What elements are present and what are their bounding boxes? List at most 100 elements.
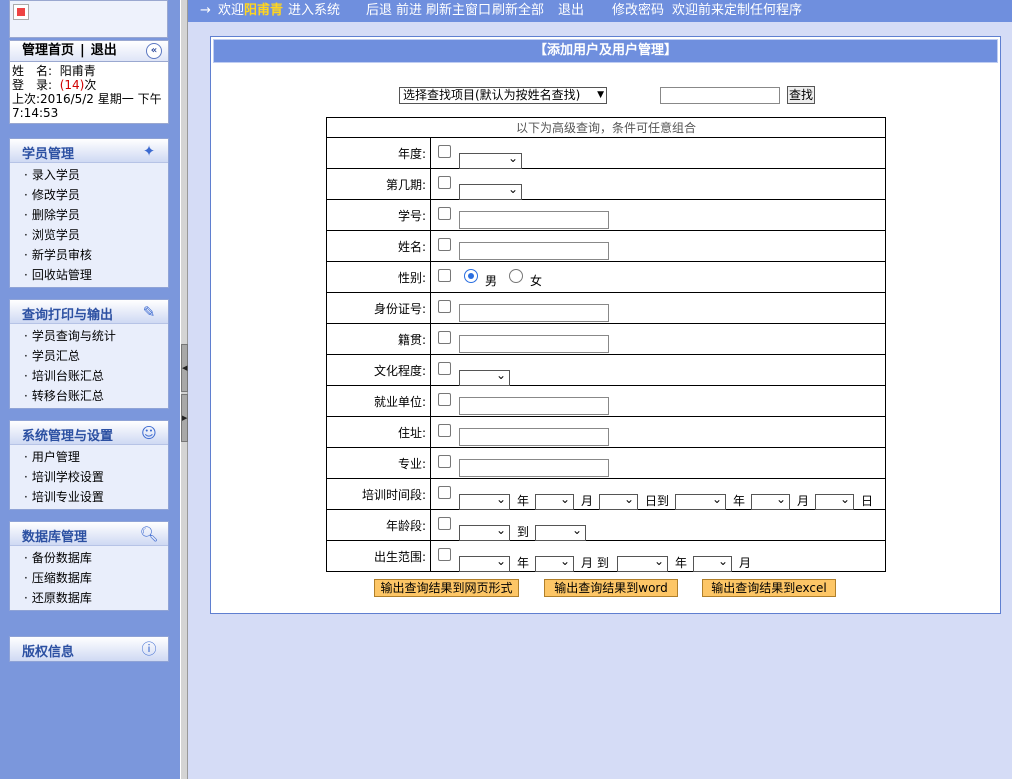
frame-splitter[interactable]: ◀ ▶ <box>180 0 188 779</box>
search-field-select[interactable]: 选择查找项目(默认为按姓名查找) ▼ <box>399 87 607 104</box>
separator: | <box>80 43 85 58</box>
user-panel: 管理首页 | 退出 « 姓 名: 阳甫青 登 录: (14)次 上次:2016/5/… <box>9 40 169 124</box>
menu-item-edit-student[interactable]: 修改学员 <box>10 185 168 205</box>
top-nav-bar: → 欢迎 阳甫青 进入系统 后退 前进 刷新主窗口 刷新全部 退出 修改密码 欢… <box>188 0 1012 22</box>
education-select[interactable] <box>459 368 510 386</box>
gender-checkbox[interactable] <box>438 269 451 282</box>
period-checkbox[interactable] <box>438 176 451 189</box>
menu-item-add-student[interactable]: 录入学员 <box>10 165 168 185</box>
education-checkbox[interactable] <box>438 362 451 375</box>
forward-link[interactable]: 前进 <box>396 0 422 22</box>
female-label: 女 <box>530 274 543 288</box>
address-checkbox[interactable] <box>438 424 451 437</box>
menu-student-management: 学员管理 ✦ 录入学员 修改学员 删除学员 浏览学员 新学员审核 回收站管理 <box>9 138 169 288</box>
native-checkbox[interactable] <box>438 331 451 344</box>
collapse-left-icon[interactable]: ◀ <box>181 344 188 392</box>
id-no-checkbox[interactable] <box>438 300 451 313</box>
menu-header[interactable]: 查询打印与输出 ✎ <box>10 300 168 324</box>
training-end-year-select[interactable] <box>675 492 726 510</box>
name-checkbox[interactable] <box>438 238 451 251</box>
menu-item-training-ledger[interactable]: 培训台账汇总 <box>10 366 168 386</box>
output-excel-button[interactable]: 输出查询结果到excel <box>702 579 836 597</box>
to-text: 到 <box>517 525 530 539</box>
student-no-checkbox[interactable] <box>438 207 451 220</box>
menu-header[interactable]: 系统管理与设置 ☺ <box>10 421 168 445</box>
age-range-checkbox[interactable] <box>438 517 451 530</box>
id-no-input[interactable] <box>459 304 609 322</box>
menu-item-query-stats[interactable]: 学员查询与统计 <box>10 326 168 346</box>
major-label: 专业: <box>326 447 431 479</box>
menu-item-backup-db[interactable]: 备份数据库 <box>10 548 168 568</box>
birth-range-checkbox[interactable] <box>438 548 451 561</box>
year-checkbox[interactable] <box>438 145 451 158</box>
name-label: 姓 名: <box>12 64 53 78</box>
gender-label: 性别: <box>326 261 431 293</box>
male-radio[interactable] <box>464 269 478 283</box>
output-word-button[interactable]: 输出查询结果到word <box>544 579 678 597</box>
training-end-month-select[interactable] <box>751 492 790 510</box>
birth-from-month-select[interactable] <box>535 554 574 572</box>
menu-item-transfer-ledger[interactable]: 转移台账汇总 <box>10 386 168 406</box>
search-button[interactable]: 查找 <box>787 86 815 104</box>
menu-title: 系统管理与设置 <box>22 429 114 444</box>
training-start-month-select[interactable] <box>535 492 574 510</box>
year-select[interactable] <box>459 151 522 169</box>
menu-item-recycle-bin[interactable]: 回收站管理 <box>10 265 168 285</box>
page-title: 【添加用户及用户管理】 <box>213 39 998 63</box>
refresh-main-link[interactable]: 刷新主窗口 <box>426 0 491 22</box>
logout-link[interactable]: 退出 <box>558 0 584 22</box>
student-no-input[interactable] <box>459 211 609 229</box>
training-start-day-select[interactable] <box>599 492 638 510</box>
last-login-label: 上次: <box>12 92 41 106</box>
employer-input[interactable] <box>459 397 609 415</box>
search-input[interactable] <box>660 87 780 104</box>
menu-title: 版权信息 <box>22 645 75 660</box>
menu-header[interactable]: 学员管理 ✦ <box>10 139 168 163</box>
name-input[interactable] <box>459 242 609 260</box>
major-checkbox[interactable] <box>438 455 451 468</box>
employer-checkbox[interactable] <box>438 393 451 406</box>
birth-to-month-select[interactable] <box>693 554 732 572</box>
menu-title: 数据库管理 <box>22 530 88 545</box>
menu-header[interactable]: 数据库管理 🔍︎ <box>10 522 168 546</box>
native-input[interactable] <box>459 335 609 353</box>
back-link[interactable]: 后退 <box>366 0 392 22</box>
menu-item-student-summary[interactable]: 学员汇总 <box>10 346 168 366</box>
logout-link[interactable]: 退出 <box>91 43 117 58</box>
menu-item-restore-db[interactable]: 还原数据库 <box>10 588 168 608</box>
training-end-day-select[interactable] <box>815 492 854 510</box>
expand-right-icon[interactable]: ▶ <box>181 394 188 442</box>
age-from-select[interactable] <box>459 523 510 541</box>
age-range-label: 年龄段: <box>326 509 431 541</box>
birth-from-year-select[interactable] <box>459 554 510 572</box>
menu-copyright: 版权信息 ⓘ <box>9 636 169 662</box>
menu-item-delete-student[interactable]: 删除学员 <box>10 205 168 225</box>
menu-item-browse-student[interactable]: 浏览学员 <box>10 225 168 245</box>
age-to-select[interactable] <box>535 523 586 541</box>
address-input[interactable] <box>459 428 609 446</box>
refresh-all-link[interactable]: 刷新全部 <box>492 0 544 22</box>
training-period-checkbox[interactable] <box>438 486 451 499</box>
menu-item-compact-db[interactable]: 压缩数据库 <box>10 568 168 588</box>
birth-to-year-select[interactable] <box>617 554 668 572</box>
custom-program-link[interactable]: 欢迎前来定制任何程序 <box>672 0 802 22</box>
change-password-link[interactable]: 修改密码 <box>612 0 664 22</box>
menu-header[interactable]: 版权信息 ⓘ <box>10 637 168 661</box>
output-web-button[interactable]: 输出查询结果到网页形式 <box>374 579 519 597</box>
student-management-icon: ✦ <box>142 142 156 160</box>
training-start-year-select[interactable] <box>459 492 510 510</box>
enter-system-link[interactable]: 进入系统 <box>288 0 340 22</box>
menu-title: 学员管理 <box>22 147 75 162</box>
double-chevron-left-icon[interactable]: « <box>146 43 162 59</box>
major-input[interactable] <box>459 459 609 477</box>
home-link[interactable]: 管理首页 <box>22 43 74 58</box>
female-radio[interactable] <box>509 269 523 283</box>
user-info: 姓 名: 阳甫青 登 录: (14)次 上次:2016/5/2 星期一 下午 7… <box>9 62 169 124</box>
menu-item-school-settings[interactable]: 培训学校设置 <box>10 467 168 487</box>
menu-item-major-settings[interactable]: 培训专业设置 <box>10 487 168 507</box>
student-no-label: 学号: <box>326 199 431 231</box>
menu-item-review-student[interactable]: 新学员审核 <box>10 245 168 265</box>
magnifier-icon: 🔍︎ <box>139 525 159 543</box>
period-select[interactable] <box>459 182 522 200</box>
menu-item-user-management[interactable]: 用户管理 <box>10 447 168 467</box>
